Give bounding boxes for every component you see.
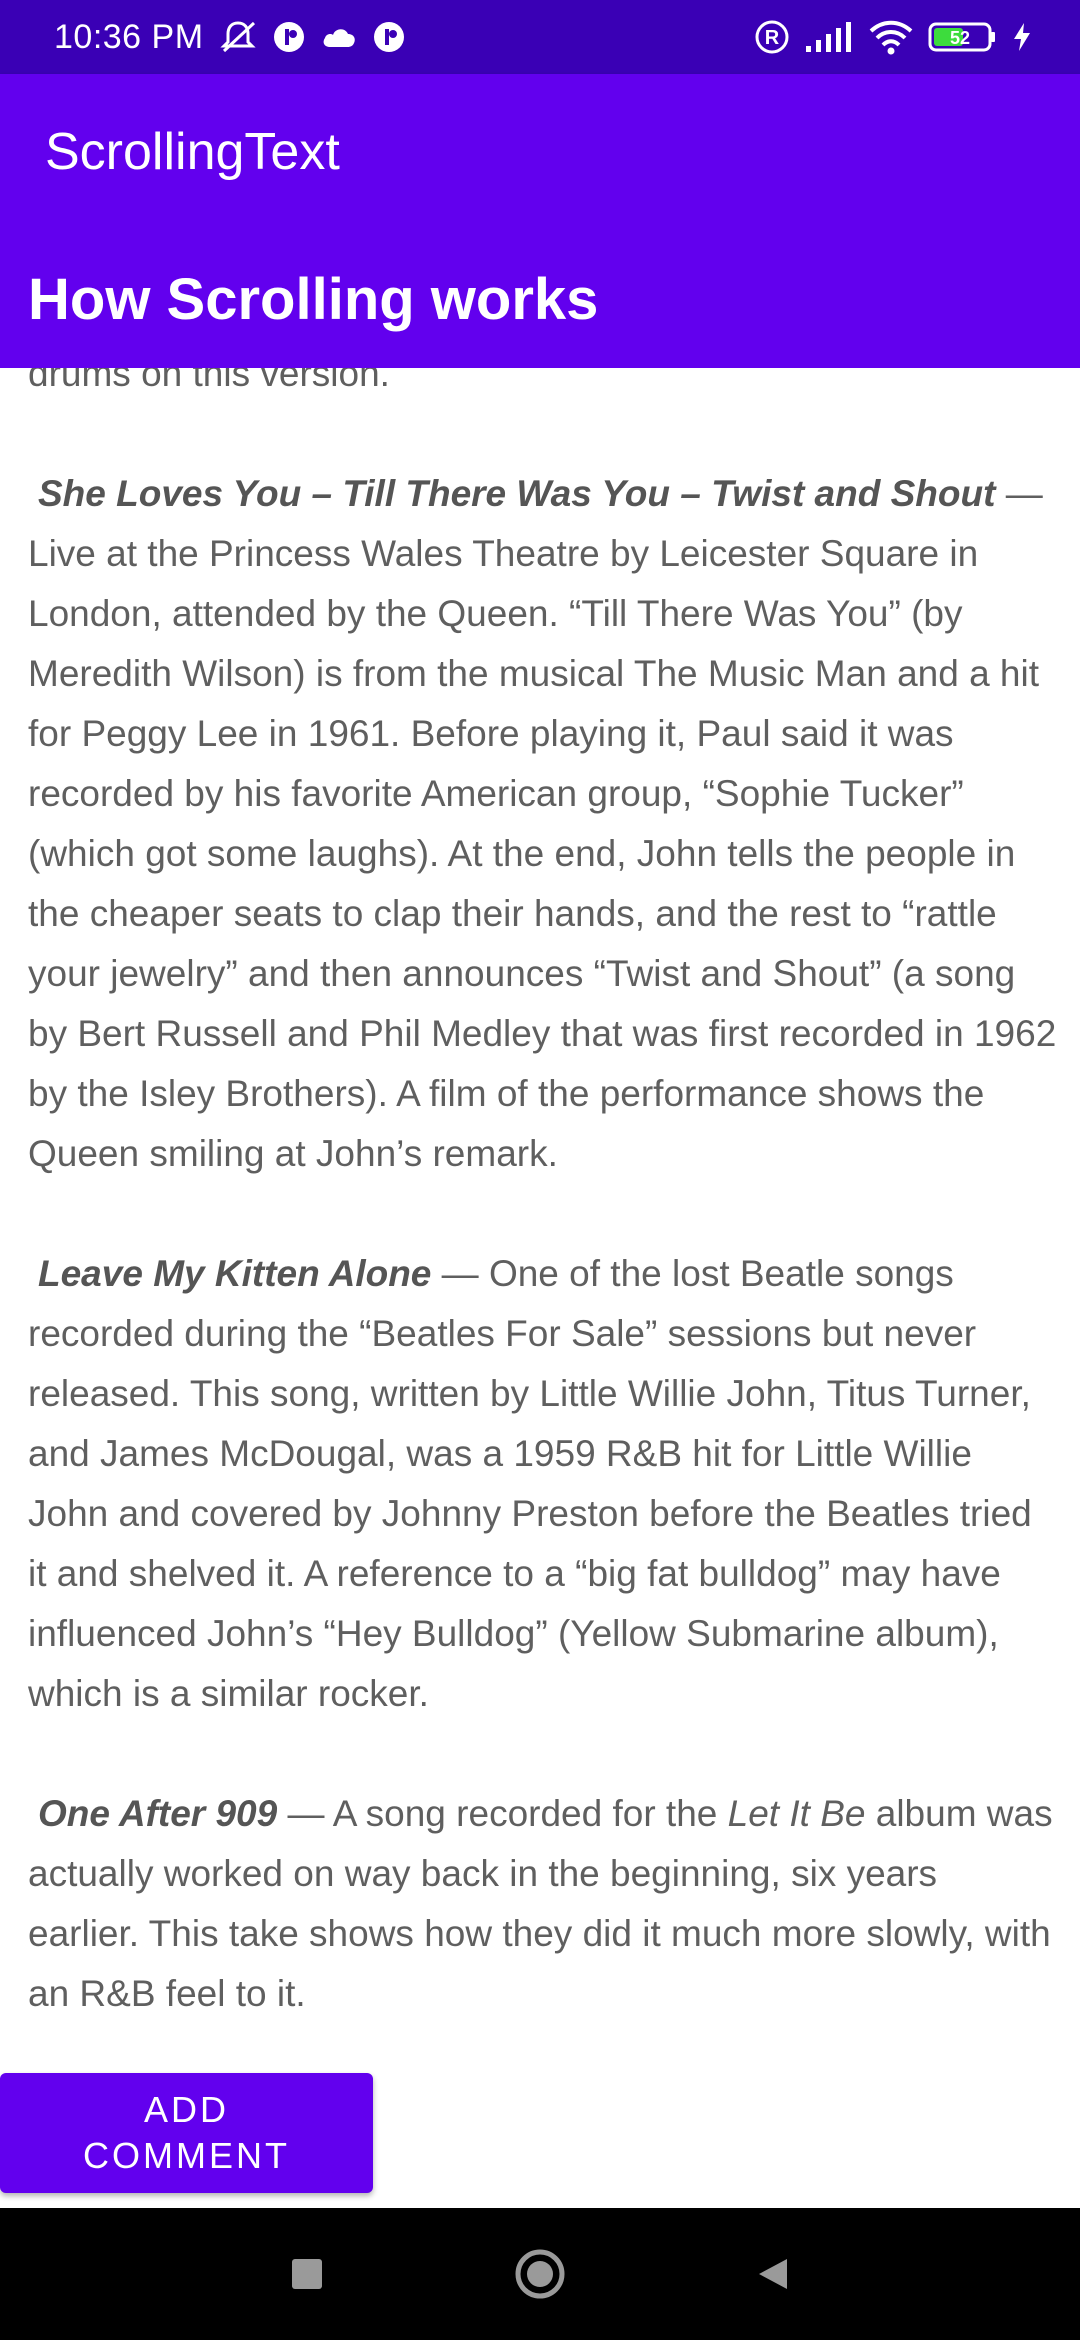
signal-icon (804, 20, 854, 54)
app-title: ScrollingText (45, 123, 340, 181)
intro-tail-text: drums on this version. (28, 368, 390, 394)
heading-bar: How Scrolling works (0, 230, 1080, 368)
wifi-icon (868, 19, 914, 55)
cloud-icon (320, 23, 358, 51)
svg-text:R: R (765, 27, 780, 49)
app-bar: ScrollingText (0, 74, 1080, 230)
scroll-view[interactable]: drums on this version. She Loves You – T… (0, 368, 1080, 2208)
song-title: Leave My Kitten Alone (38, 1253, 432, 1294)
paragraph-one-after-909: One After 909 — A song recorded for the … (28, 1784, 1058, 2024)
notification-icon (272, 20, 306, 54)
status-left: 10:36 PM (54, 18, 406, 57)
button-label-line2: COMMENT (83, 2135, 290, 2176)
registered-icon: R (754, 19, 790, 55)
paragraph-intro-tail: drums on this version. (28, 368, 1058, 404)
paragraph-she-loves-you: She Loves You – Till There Was You – Twi… (28, 464, 1058, 1184)
muted-bell-icon (218, 19, 258, 55)
navigation-bar (0, 2208, 1080, 2340)
paragraph-leave-my-kitten-alone: Leave My Kitten Alone — One of the lost … (28, 1244, 1058, 1724)
status-time: 10:36 PM (54, 17, 204, 56)
song-title: One After 909 (38, 1793, 278, 1834)
add-comment-button[interactable]: ADD COMMENT (0, 2073, 373, 2193)
status-bar: 10:36 PM R 52 (0, 0, 1080, 74)
article-heading: How Scrolling works (28, 266, 599, 332)
button-label-line1: ADD (143, 2089, 229, 2130)
article-text: drums on this version. She Loves You – T… (28, 368, 1058, 2084)
status-right: R 52 (754, 19, 1032, 55)
album-title: Let It Be (727, 1793, 866, 1834)
notification-icon (372, 20, 406, 54)
paragraph-body: — One of the lost Beatle songs recorded … (28, 1253, 1032, 1714)
battery-level: 52 (950, 28, 970, 48)
battery-icon: 52 (928, 21, 998, 53)
charging-icon (1012, 21, 1032, 53)
recents-square-icon[interactable] (267, 2234, 347, 2314)
paragraph-body: — Live at the Princess Wales Theatre by … (28, 473, 1057, 1174)
paragraph-body: — A song recorded for the (277, 1793, 728, 1834)
song-title: She Loves You – Till There Was You – Twi… (38, 473, 996, 514)
back-triangle-icon[interactable] (733, 2234, 813, 2314)
home-circle-icon[interactable] (500, 2234, 580, 2314)
